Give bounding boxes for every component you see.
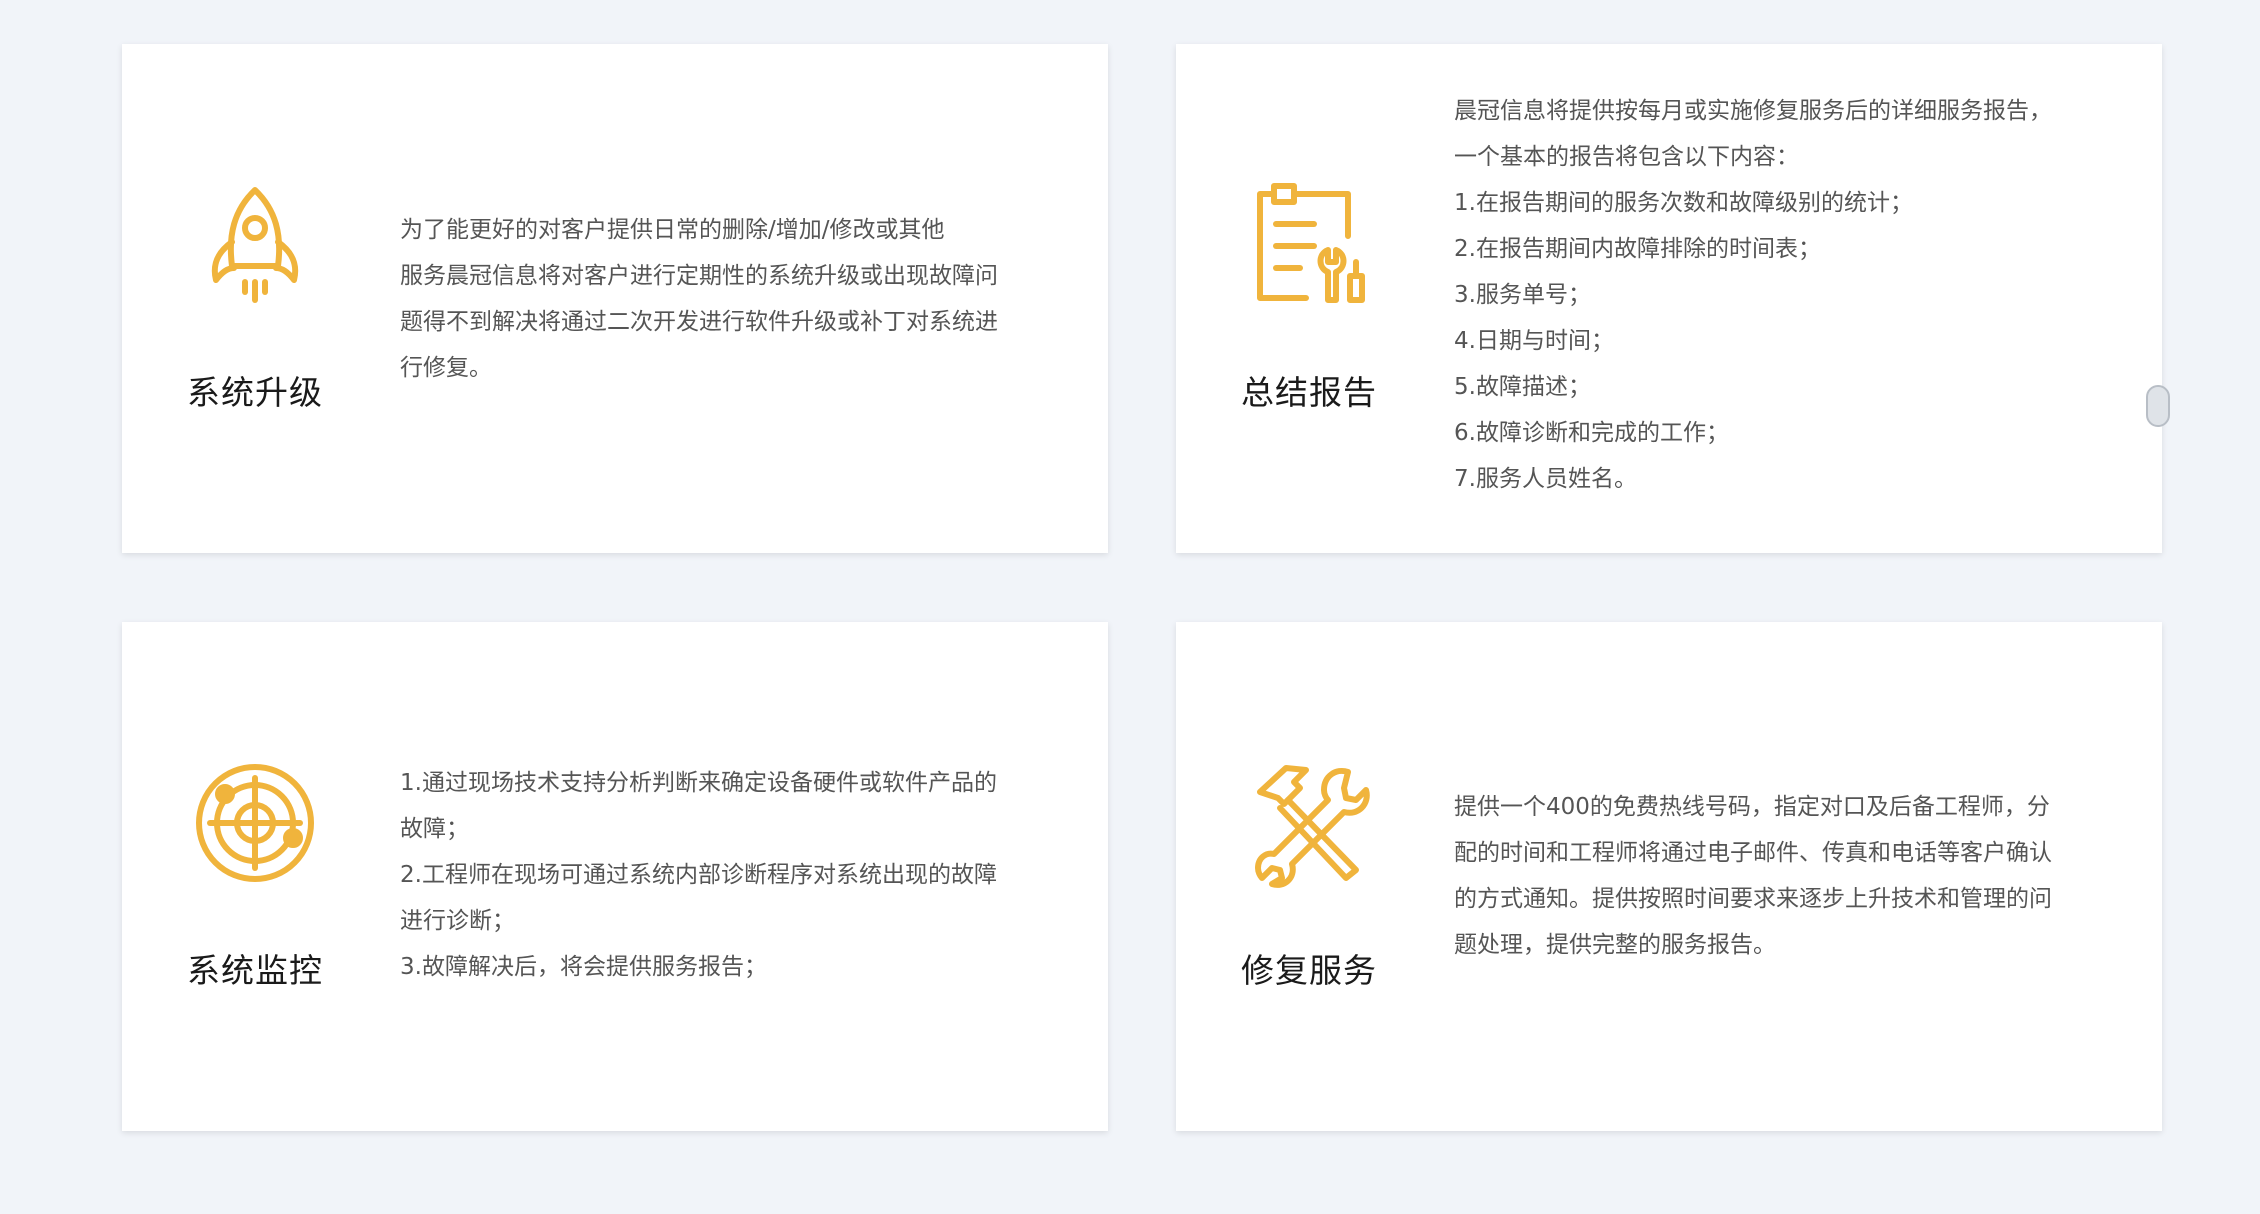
description-line: 题得不到解决将通过二次开发进行软件升级或补丁对系统进 (400, 309, 998, 335)
description-line: 题处理，提供完整的服务报告。 (1454, 932, 1776, 958)
report-clipboard-icon (1244, 180, 1374, 310)
service-card-summary-report: 总结报告 晨冠信息将提供按每月或实施修复服务后的详细服务报告， 一个基本的报告将… (1176, 44, 2170, 553)
service-card-repair-service: 修复服务 提供一个400的免费热线号码，指定对口及后备工程师，分 配的时间和工程… (1176, 622, 2162, 1131)
description-line: 配的时间和工程师将通过电子邮件、传真和电话等客户确认 (1454, 840, 2052, 866)
description-line: 1.通过现场技术支持分析判断来确定设备硬件或软件产品的 (400, 770, 997, 796)
description-line: 服务晨冠信息将对客户进行定期性的系统升级或出现故障问 (400, 263, 998, 289)
card-description: 晨冠信息将提供按每月或实施修复服务后的详细服务报告， 一个基本的报告将包含以下内… (1454, 88, 2104, 502)
radar-target-icon (190, 758, 320, 888)
service-card-system-monitoring: 系统监控 1.通过现场技术支持分析判断来确定设备硬件或软件产品的 故障； 2.工… (122, 622, 1108, 1131)
side-scroll-handle[interactable] (2146, 385, 2170, 427)
service-card-system-upgrade: 系统升级 为了能更好的对客户提供日常的删除/增加/修改或其他 服务晨冠信息将对客… (122, 44, 1108, 553)
card-title: 系统升级 (187, 373, 323, 412)
description-line: 进行诊断； (400, 908, 515, 934)
description-line: 2.在报告期间内故障排除的时间表； (1454, 236, 1821, 262)
description-line: 5.故障描述； (1454, 374, 1591, 400)
description-line: 2.工程师在现场可通过系统内部诊断程序对系统出现的故障 (400, 862, 997, 888)
description-line: 提供一个400的免费热线号码，指定对口及后备工程师，分 (1454, 794, 2050, 820)
description-line: 为了能更好的对客户提供日常的删除/增加/修改或其他 (400, 217, 945, 243)
card-title: 修复服务 (1241, 951, 1377, 990)
description-line: 3.故障解决后，将会提供服务报告； (400, 954, 767, 980)
card-title: 总结报告 (1241, 373, 1377, 412)
hammer-wrench-icon (1244, 758, 1374, 888)
rocket-icon (190, 180, 320, 310)
description-line: 4.日期与时间； (1454, 328, 1614, 354)
card-title: 系统监控 (187, 951, 323, 990)
description-line: 7.服务人员姓名。 (1454, 466, 1637, 492)
description-line: 3.服务单号； (1454, 282, 1591, 308)
card-description: 1.通过现场技术支持分析判断来确定设备硬件或软件产品的 故障； 2.工程师在现场… (400, 760, 1050, 990)
card-description: 为了能更好的对客户提供日常的删除/增加/修改或其他 服务晨冠信息将对客户进行定期… (400, 207, 1050, 391)
description-line: 行修复。 (400, 355, 492, 381)
description-line: 的方式通知。提供按照时间要求来逐步上升技术和管理的问 (1454, 886, 2052, 912)
description-line: 故障； (400, 816, 469, 842)
description-line: 一个基本的报告将包含以下内容： (1454, 144, 1799, 170)
description-line: 晨冠信息将提供按每月或实施修复服务后的详细服务报告， (1454, 98, 2052, 124)
description-line: 1.在报告期间的服务次数和故障级别的统计； (1454, 190, 1913, 216)
description-line: 6.故障诊断和完成的工作； (1454, 420, 1729, 446)
card-description: 提供一个400的免费热线号码，指定对口及后备工程师，分 配的时间和工程师将通过电… (1454, 784, 2104, 968)
